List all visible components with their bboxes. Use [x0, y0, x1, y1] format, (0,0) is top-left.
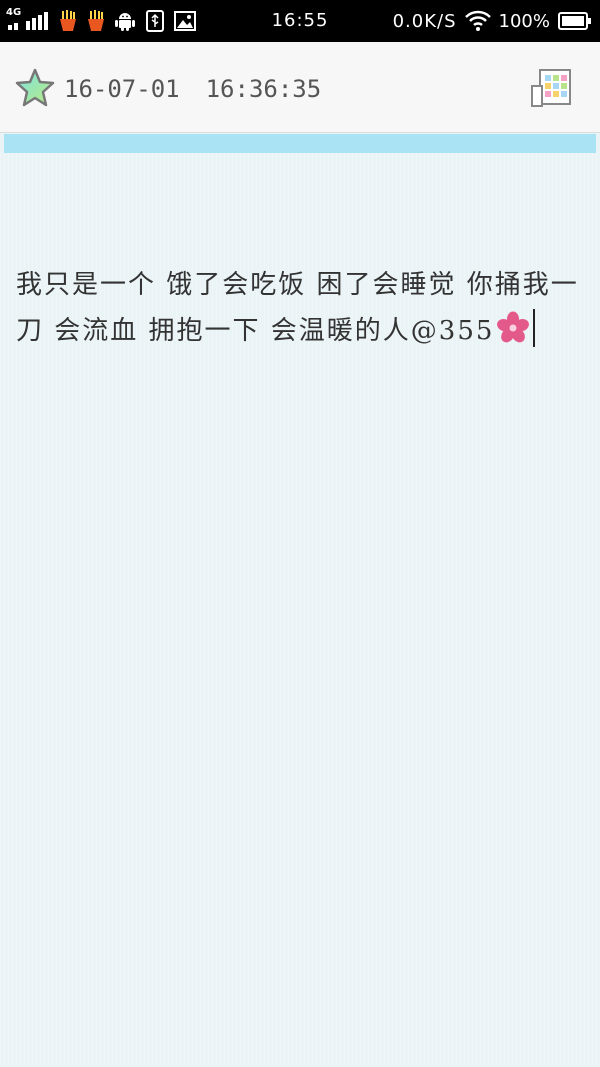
text-cursor — [533, 309, 536, 347]
note-content[interactable]: 我只是一个 饿了会吃饭 困了会睡觉 你捅我一刀 会流血 拥抱一下 会温暖的人@3… — [16, 262, 600, 354]
note-date: 16-07-01 — [64, 75, 180, 103]
star-icon[interactable] — [14, 67, 56, 109]
status-right: 0.0K/S 100% — [393, 0, 592, 42]
status-bar: 4G 16:55 0.0K/S 100% — [0, 0, 600, 42]
flower-icon — [497, 311, 530, 343]
battery-icon — [558, 12, 591, 30]
theme-grid-icon[interactable] — [530, 68, 572, 108]
note-header: 16-07-01 16:36:35 — [0, 42, 600, 133]
note-time: 16:36:35 — [205, 75, 322, 103]
network-speed: 0.0K/S — [392, 10, 457, 32]
note-timestamp: 16-07-01 16:36:35 — [64, 75, 321, 103]
wifi-icon — [464, 10, 491, 31]
accent-bar — [4, 134, 596, 153]
battery-percent: 100% — [498, 10, 550, 32]
note-body: 我只是一个 饿了会吃饭 困了会睡觉 你捅我一刀 会流血 拥抱一下 会温暖的人@3… — [16, 270, 579, 346]
